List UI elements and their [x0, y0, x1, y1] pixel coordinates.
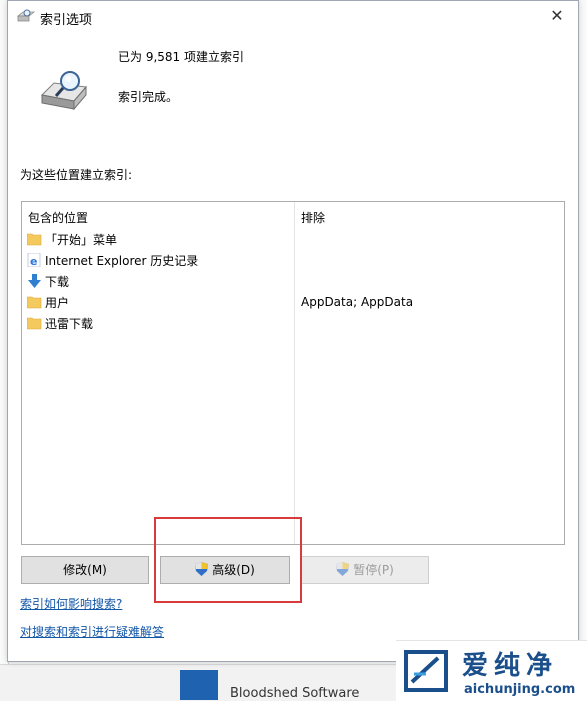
watermark-domain-text: aichunjing.com: [464, 682, 576, 697]
list-item-label: 「开始」菜单: [45, 233, 118, 247]
watermark-chinese-text: 爱纯净: [462, 651, 559, 681]
svg-text:e: e: [30, 255, 37, 267]
list-item-label: 下载: [45, 275, 70, 289]
list-item[interactable]: 用户: [26, 292, 291, 312]
list-item-label: 迅雷下载: [45, 317, 94, 331]
uac-shield-icon: [195, 559, 209, 576]
locations-label: 为这些位置建立索引:: [20, 168, 133, 182]
list-item[interactable]: 下载: [26, 271, 291, 291]
pause-button-label: 暂停(P): [353, 563, 394, 577]
list-item-label: Internet Explorer 历史记录: [45, 254, 199, 268]
column-divider: [294, 202, 295, 544]
watermark: 爱纯净 aichunjing.com: [396, 640, 587, 701]
advanced-button-label: 高级(D): [212, 563, 255, 577]
background-app-label: Bloodshed Software: [230, 686, 360, 701]
troubleshoot-link[interactable]: 对搜索和索引进行疑难解答: [20, 623, 164, 640]
modify-button[interactable]: 修改(M): [21, 556, 149, 584]
pause-button: 暂停(P): [301, 556, 429, 584]
excluded-paths: AppData; AppData: [301, 295, 414, 309]
indexing-drive-icon: [40, 69, 88, 113]
folder-icon: [26, 294, 42, 309]
list-item-label: 用户: [45, 296, 70, 310]
watermark-logo-icon: [402, 648, 450, 694]
column-header-excluded[interactable]: 排除: [301, 209, 325, 226]
list-item[interactable]: e Internet Explorer 历史记录: [26, 250, 291, 270]
indexed-locations-list[interactable]: 包含的位置 排除 「开始」菜单 e Internet Explorer 历史记录…: [21, 201, 565, 545]
internet-explorer-icon: e: [27, 252, 42, 268]
indexing-options-dialog: 索引选项 ✕ 已为 9,581 项建立索引 索引完成。 为这些位置建立索引: 包…: [7, 0, 579, 662]
column-header-included[interactable]: 包含的位置: [28, 209, 88, 226]
title-bar: 索引选项 ✕: [8, 1, 578, 31]
close-icon[interactable]: ✕: [542, 3, 572, 29]
indexed-items-count: 已为 9,581 项建立索引: [118, 50, 244, 64]
list-item[interactable]: 「开始」菜单: [26, 229, 291, 249]
advanced-button[interactable]: 高级(D): [160, 556, 290, 584]
drive-search-icon: [16, 8, 36, 22]
uac-shield-icon: [336, 559, 350, 576]
folder-icon: [26, 315, 42, 330]
window-title: 索引选项: [40, 13, 93, 28]
folder-icon: [26, 231, 42, 246]
list-item[interactable]: 迅雷下载: [26, 313, 291, 333]
background-app-icon: [180, 670, 218, 700]
download-arrow-icon: [27, 273, 42, 288]
indexing-status: 索引完成。: [118, 90, 179, 104]
how-indexing-affects-search-link[interactable]: 索引如何影响搜索?: [20, 595, 122, 612]
